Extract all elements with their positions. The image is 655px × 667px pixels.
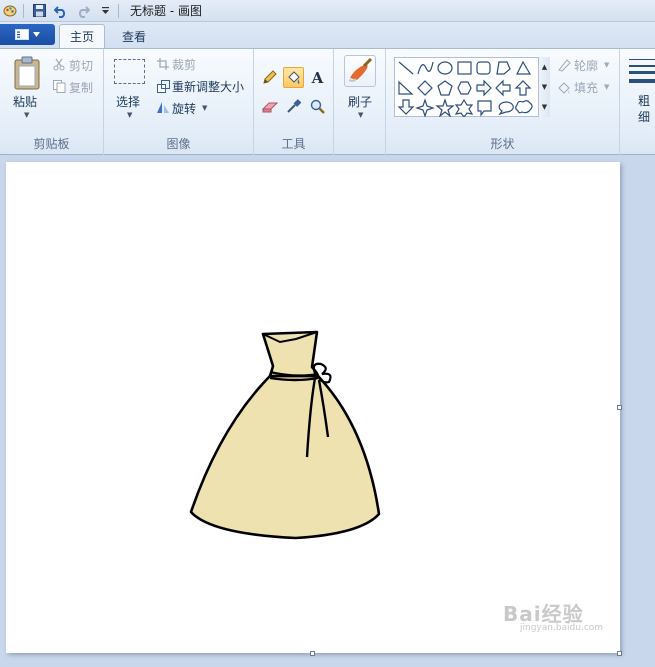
copy-label[interactable]: 复制 [69, 79, 93, 96]
title-bar: 无标题 - 画图 [0, 0, 655, 22]
tools-group: A 工具 [254, 49, 334, 155]
select-icon[interactable] [114, 59, 145, 84]
select-label[interactable]: 选择 [116, 93, 140, 110]
rounded-rectangle-shape-icon[interactable] [476, 61, 491, 75]
customize-quick-access-icon[interactable] [97, 3, 113, 19]
cloud-callout-shape-icon[interactable] [515, 100, 533, 114]
outline-label[interactable]: 轮廓 [574, 57, 598, 74]
brushes-label[interactable]: 刷子 [348, 93, 372, 110]
scroll-down-icon[interactable]: ▼ [542, 83, 547, 91]
paint-app-icon[interactable] [2, 3, 18, 19]
shapes-group-label: 形状 [490, 137, 515, 151]
brushes-group: 刷子 ▼ [334, 49, 386, 155]
fill-label[interactable]: 填充 [574, 79, 598, 96]
hexagon-shape-icon[interactable] [457, 81, 472, 95]
curve-shape-icon[interactable] [417, 61, 434, 75]
color-picker-icon[interactable] [283, 96, 304, 117]
expand-gallery-icon[interactable]: ▼ [542, 103, 547, 111]
image-group-label: 图像 [166, 137, 191, 151]
tab-view[interactable]: 查看 [112, 24, 156, 48]
rounded-callout-shape-icon[interactable] [477, 100, 492, 117]
outline-dropdown-icon[interactable]: ▼ [604, 61, 609, 69]
text-icon[interactable]: A [307, 67, 328, 88]
text-glyph: A [311, 68, 324, 87]
four-point-star-shape-icon[interactable] [415, 98, 435, 117]
rotate-icon [156, 100, 170, 114]
ribbon: 粘贴 ▼ 剪切 复制 剪贴板 选择 ▼ 裁剪 重新调整大小 旋转 ▼ 图像 A … [0, 48, 655, 155]
separator [23, 3, 24, 18]
scroll-up-icon[interactable]: ▲ [542, 63, 547, 71]
canvas-resize-handle-bottom[interactable] [310, 651, 315, 656]
size-label[interactable]: 粗细 [638, 93, 652, 125]
right-arrow-shape-icon[interactable] [476, 79, 492, 97]
scissors-icon [52, 57, 66, 71]
bag-drawing [189, 330, 381, 540]
canvas-resize-handle-right[interactable] [617, 405, 622, 410]
clipboard-group: 粘贴 ▼ 剪切 复制 剪贴板 [0, 49, 104, 155]
triangle-shape-icon[interactable] [516, 60, 532, 75]
paste-dropdown-icon[interactable]: ▼ [24, 111, 29, 119]
separator [118, 3, 119, 18]
brushes-dropdown-icon[interactable]: ▼ [358, 111, 363, 119]
outline-icon [557, 58, 571, 72]
resize-icon [156, 79, 170, 93]
menu-icon [15, 29, 29, 40]
six-point-star-shape-icon[interactable] [454, 98, 474, 117]
line-shape-icon[interactable] [398, 61, 414, 75]
size-group: 粗细 [620, 49, 655, 155]
fill-shape-icon [557, 80, 571, 94]
polygon-shape-icon[interactable] [496, 61, 511, 75]
cut-label[interactable]: 剪切 [69, 57, 93, 74]
window-title: 无标题 - 画图 [130, 4, 202, 18]
line-size-icon[interactable] [629, 59, 655, 83]
fill-icon[interactable] [283, 67, 304, 88]
canvas-resize-handle-corner[interactable] [617, 651, 622, 656]
clipboard-group-label: 剪贴板 [33, 137, 70, 151]
redo-icon[interactable] [75, 3, 91, 19]
down-arrow-shape-icon[interactable] [397, 99, 415, 115]
up-arrow-shape-icon[interactable] [514, 80, 532, 96]
fill-dropdown-icon[interactable]: ▼ [604, 83, 609, 91]
resize-label[interactable]: 重新调整大小 [172, 78, 244, 95]
brush-icon[interactable] [344, 55, 376, 87]
select-dropdown-icon[interactable]: ▼ [127, 111, 132, 119]
drawing-canvas[interactable] [6, 162, 620, 653]
diamond-shape-icon[interactable] [417, 80, 433, 96]
magnifier-icon[interactable] [307, 96, 328, 117]
oval-callout-shape-icon[interactable] [498, 101, 514, 116]
crop-icon [156, 57, 170, 71]
paste-label[interactable]: 粘贴 [13, 93, 37, 110]
rotate-dropdown-icon[interactable]: ▼ [202, 104, 207, 112]
ribbon-tab-row: 主页 查看 [0, 22, 655, 48]
right-triangle-shape-icon[interactable] [398, 80, 414, 95]
left-arrow-shape-icon[interactable] [495, 79, 511, 97]
chevron-down-icon [33, 32, 40, 37]
shapes-gallery [394, 57, 550, 117]
bag-body [189, 374, 381, 540]
pentagon-shape-icon[interactable] [437, 80, 453, 96]
tab-home[interactable]: 主页 [59, 24, 106, 48]
crop-label[interactable]: 裁剪 [172, 56, 196, 73]
pencil-icon[interactable] [259, 67, 280, 88]
image-group: 选择 ▼ 裁剪 重新调整大小 旋转 ▼ 图像 [104, 49, 254, 155]
rotate-label[interactable]: 旋转 [172, 100, 196, 117]
eraser-icon[interactable] [259, 96, 280, 117]
oval-shape-icon[interactable] [437, 61, 453, 75]
rectangle-shape-icon[interactable] [457, 61, 472, 75]
baidu-watermark-url: jingyan.baidu.com [520, 623, 604, 633]
tools-group-label: 工具 [281, 137, 306, 151]
save-icon[interactable] [31, 3, 47, 19]
five-point-star-shape-icon[interactable] [435, 98, 455, 117]
undo-icon[interactable] [53, 3, 69, 19]
paste-icon[interactable] [12, 55, 42, 91]
paint-menu-button[interactable] [0, 24, 55, 45]
copy-icon [52, 79, 66, 93]
shapes-scrollbar[interactable]: ▲ ▼ ▼ [538, 57, 550, 117]
